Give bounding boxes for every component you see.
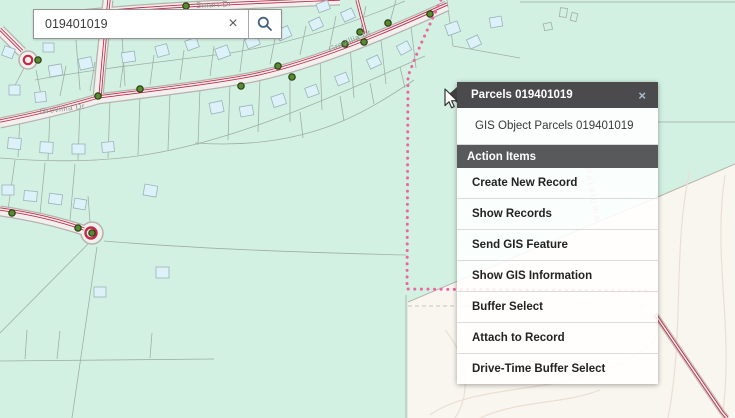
action-items-list: Create New Record Show Records Send GIS … xyxy=(457,168,658,384)
action-item-create-new-record[interactable]: Create New Record xyxy=(457,168,658,198)
action-items-header: Action Items xyxy=(457,145,658,168)
search-button[interactable] xyxy=(249,10,281,38)
action-item-show-gis-information[interactable]: Show GIS Information xyxy=(457,260,658,291)
magnifier-icon xyxy=(257,16,273,32)
search-input[interactable] xyxy=(34,10,218,38)
action-item-send-gis-feature[interactable]: Send GIS Feature xyxy=(457,229,658,260)
popup-title: Parcels 019401019 xyxy=(471,89,573,101)
action-item-attach-to-record[interactable]: Attach to Record xyxy=(457,322,658,353)
close-icon[interactable]: × xyxy=(636,87,648,104)
action-item-drive-time-buffer-select[interactable]: Drive-Time Buffer Select xyxy=(457,353,658,384)
mouse-cursor xyxy=(444,88,460,110)
action-item-show-records[interactable]: Show Records xyxy=(457,198,658,229)
gis-object-row[interactable]: GIS Object Parcels 019401019 xyxy=(457,108,658,145)
action-item-buffer-select[interactable]: Buffer Select xyxy=(457,291,658,322)
clear-search-button[interactable]: × xyxy=(218,10,248,38)
parcel-search-box: × xyxy=(33,9,282,39)
popup-header: Parcels 019401019 × xyxy=(457,82,658,108)
parcel-popup: Parcels 019401019 × GIS Object Parcels 0… xyxy=(457,82,658,384)
gis-object-label: GIS Object Parcels 019401019 xyxy=(475,120,634,132)
